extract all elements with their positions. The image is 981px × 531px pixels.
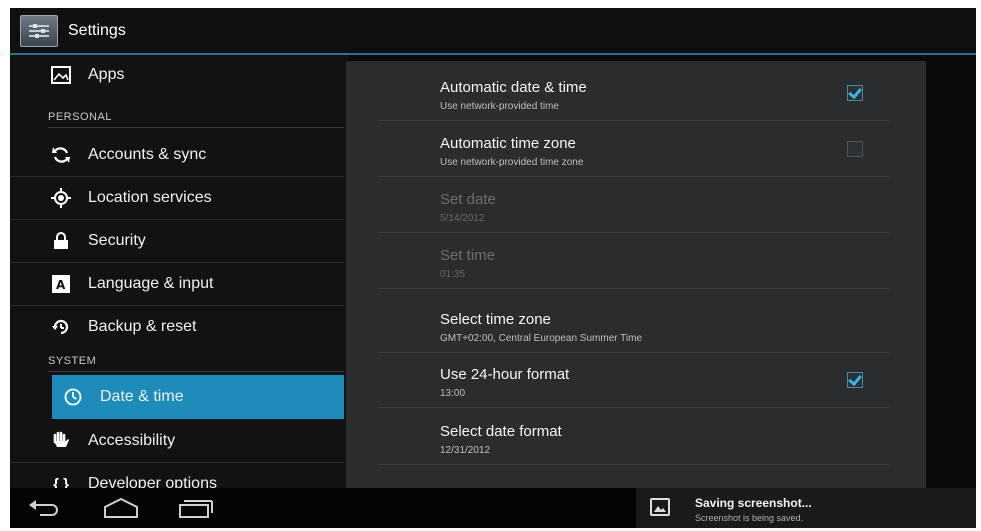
pref-title: Automatic date & time (440, 79, 587, 96)
pref-title: Select date format (440, 423, 562, 440)
pref-automatic-date-time[interactable]: Automatic date & time Use network-provid… (379, 65, 889, 121)
use-24-hour-format-checkbox[interactable] (847, 372, 863, 388)
backup-icon (50, 316, 72, 338)
svg-text:A: A (56, 278, 66, 292)
sidebar-item-location-services[interactable]: Location services (10, 177, 344, 220)
pref-use-24-hour-format[interactable]: Use 24-hour format 13:00 (379, 352, 889, 408)
pref-select-time-zone[interactable]: Select time zone GMT+02:00, Central Euro… (379, 297, 889, 353)
image-icon (650, 498, 670, 516)
pref-summary: 12/31/2012 (440, 445, 491, 456)
page-title: Settings (68, 21, 126, 39)
sidebar-item-security[interactable]: Security (10, 220, 344, 263)
pref-title: Set time (440, 247, 496, 264)
sidebar-item-accounts-sync[interactable]: Accounts & sync (10, 134, 344, 177)
sidebar-item-apps[interactable]: Apps (10, 55, 344, 95)
notification-subtitle: Screenshot is being saved. (695, 513, 804, 523)
pref-select-date-format[interactable]: Select date format 12/31/2012 (379, 409, 889, 465)
sidebar-item-backup-reset[interactable]: Backup & reset (10, 306, 344, 348)
pref-set-time: Set time 01:35 (379, 233, 889, 289)
sidebar-item-label: Location services (88, 189, 212, 206)
action-bar: Settings (10, 8, 976, 55)
location-icon (50, 187, 72, 209)
home-icon[interactable] (101, 496, 141, 520)
sidebar-item-language-input[interactable]: A Language & input (10, 263, 344, 306)
section-header-system: SYSTEM (48, 351, 344, 372)
hand-icon (50, 430, 72, 452)
automatic-time-zone-checkbox[interactable] (847, 141, 863, 157)
automatic-date-time-checkbox[interactable] (847, 85, 863, 101)
settings-icon[interactable] (20, 14, 58, 47)
back-icon[interactable] (26, 496, 66, 520)
pref-summary: 01:35 (440, 269, 466, 280)
pref-summary: Use network-provided time (440, 101, 559, 112)
sidebar-item-label: Language & input (88, 275, 214, 292)
notification-title: Saving screenshot... (695, 496, 812, 510)
pref-summary: 5/14/2012 (440, 213, 485, 224)
sidebar-item-accessibility[interactable]: Accessibility (10, 420, 344, 463)
pref-title: Automatic time zone (440, 135, 576, 152)
screenshot-notification[interactable]: Saving screenshot... Screenshot is being… (636, 488, 976, 528)
pref-summary: 13:00 (440, 388, 466, 399)
right-gutter (926, 55, 976, 488)
clock-icon (62, 386, 84, 408)
system-navigation-bar: Saving screenshot... Screenshot is being… (10, 488, 976, 528)
settings-sidebar: Apps PERSONAL Accounts & sync Location s… (10, 55, 348, 493)
pref-automatic-time-zone[interactable]: Automatic time zone Use network-provided… (379, 121, 889, 177)
date-time-settings-pane: Automatic date & time Use network-provid… (346, 61, 926, 488)
lock-icon (50, 230, 72, 252)
section-header-personal: PERSONAL (48, 107, 344, 128)
sidebar-item-label: Date & time (100, 388, 184, 405)
sidebar-item-label: Accessibility (88, 432, 176, 449)
apps-icon (50, 64, 72, 86)
pref-summary: GMT+02:00, Central European Summer Time (440, 333, 643, 344)
pref-title: Select time zone (440, 311, 551, 328)
sidebar-item-label: Accounts & sync (88, 146, 207, 163)
language-icon: A (50, 273, 72, 295)
tablet-screen: Settings Apps PERSONAL Accounts & sync L… (10, 8, 976, 528)
pref-set-date: Set date 5/14/2012 (379, 177, 889, 233)
pref-summary: Use network-provided time zone (440, 157, 584, 168)
pref-title: Set date (440, 191, 496, 208)
sidebar-item-date-time[interactable]: Date & time (52, 375, 344, 419)
pref-title: Use 24-hour format (440, 366, 570, 383)
sidebar-item-label: Apps (88, 66, 125, 83)
recent-apps-icon[interactable] (176, 496, 216, 520)
sidebar-item-label: Backup & reset (88, 318, 197, 335)
sync-icon (50, 144, 72, 166)
sidebar-item-label: Security (88, 232, 146, 249)
